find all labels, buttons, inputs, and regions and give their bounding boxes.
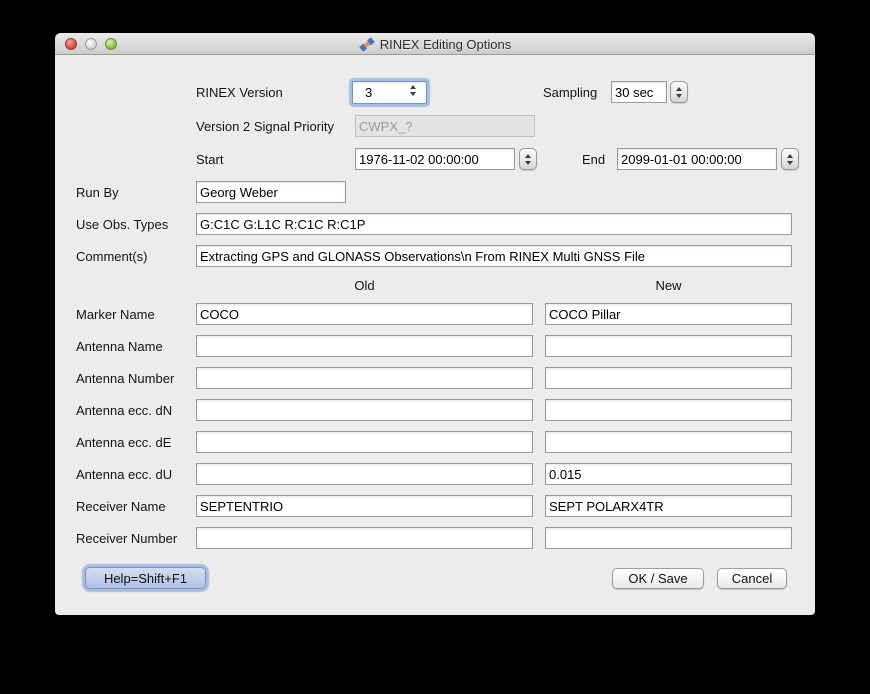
new-column-header: New [545,278,792,294]
row-antenna-ecc-du: Antenna ecc. dU [55,463,815,486]
new-antenna-ecc-dn-input[interactable] [545,399,792,421]
titlebar[interactable]: RINEX Editing Options [55,33,815,55]
cancel-button[interactable]: Cancel [717,568,787,589]
row-antenna-ecc-de: Antenna ecc. dE [55,431,815,454]
new-receiver-number-input[interactable] [545,527,792,549]
start-datetime-input[interactable] [355,148,515,170]
title-area: RINEX Editing Options [55,33,815,55]
new-antenna-ecc-de-input[interactable] [545,431,792,453]
new-antenna-ecc-du-input[interactable] [545,463,792,485]
spinner-arrows-icon[interactable] [410,85,416,96]
row-marker-name: Marker Name [55,303,815,326]
old-receiver-name-input[interactable] [196,495,533,517]
window-title: RINEX Editing Options [380,37,512,52]
row-label: Receiver Name [76,495,166,518]
row-label: Marker Name [76,303,155,326]
old-antenna-name-input[interactable] [196,335,533,357]
old-column-header: Old [196,278,533,294]
bnc-app-icon [359,37,375,52]
end-label: End [582,148,605,171]
sampling-label: Sampling [543,81,597,104]
row-label: Antenna ecc. dE [76,431,171,454]
sampling-input[interactable] [611,81,667,103]
old-antenna-ecc-du-input[interactable] [196,463,533,485]
desktop-background: RINEX Editing Options RINEX Version 3 Sa… [0,0,870,694]
start-spinner[interactable] [519,148,537,170]
old-antenna-number-input[interactable] [196,367,533,389]
rinex-version-value: 3 [365,82,372,103]
row-label: Antenna Name [76,335,163,358]
old-antenna-ecc-de-input[interactable] [196,431,533,453]
comments-label: Comment(s) [76,245,148,268]
row-antenna-name: Antenna Name [55,335,815,358]
sampling-spinner[interactable] [670,81,688,103]
signal-priority-input [355,115,535,137]
obs-types-label: Use Obs. Types [76,213,168,236]
end-datetime-input[interactable] [617,148,777,170]
run-by-input[interactable] [196,181,346,203]
old-antenna-ecc-dn-input[interactable] [196,399,533,421]
run-by-label: Run By [76,181,119,204]
end-spinner[interactable] [781,148,799,170]
rinex-version-label: RINEX Version [196,81,283,104]
help-button[interactable]: Help=Shift+F1 [85,567,206,589]
row-label: Antenna ecc. dU [76,463,172,486]
new-antenna-name-input[interactable] [545,335,792,357]
row-receiver-number: Receiver Number [55,527,815,550]
old-marker-name-input[interactable] [196,303,533,325]
ok-save-button[interactable]: OK / Save [612,568,704,589]
row-label: Antenna Number [76,367,174,390]
start-label: Start [196,148,223,171]
rinex-editing-options-window: RINEX Editing Options RINEX Version 3 Sa… [55,33,815,615]
row-antenna-number: Antenna Number [55,367,815,390]
rinex-version-spinbox[interactable]: 3 [352,81,427,104]
row-receiver-name: Receiver Name [55,495,815,518]
new-receiver-name-input[interactable] [545,495,792,517]
new-marker-name-input[interactable] [545,303,792,325]
signal-priority-label: Version 2 Signal Priority [196,115,334,138]
comments-input[interactable] [196,245,792,267]
row-antenna-ecc-dn: Antenna ecc. dN [55,399,815,422]
obs-types-input[interactable] [196,213,792,235]
row-label: Receiver Number [76,527,177,550]
old-receiver-number-input[interactable] [196,527,533,549]
new-antenna-number-input[interactable] [545,367,792,389]
row-label: Antenna ecc. dN [76,399,172,422]
